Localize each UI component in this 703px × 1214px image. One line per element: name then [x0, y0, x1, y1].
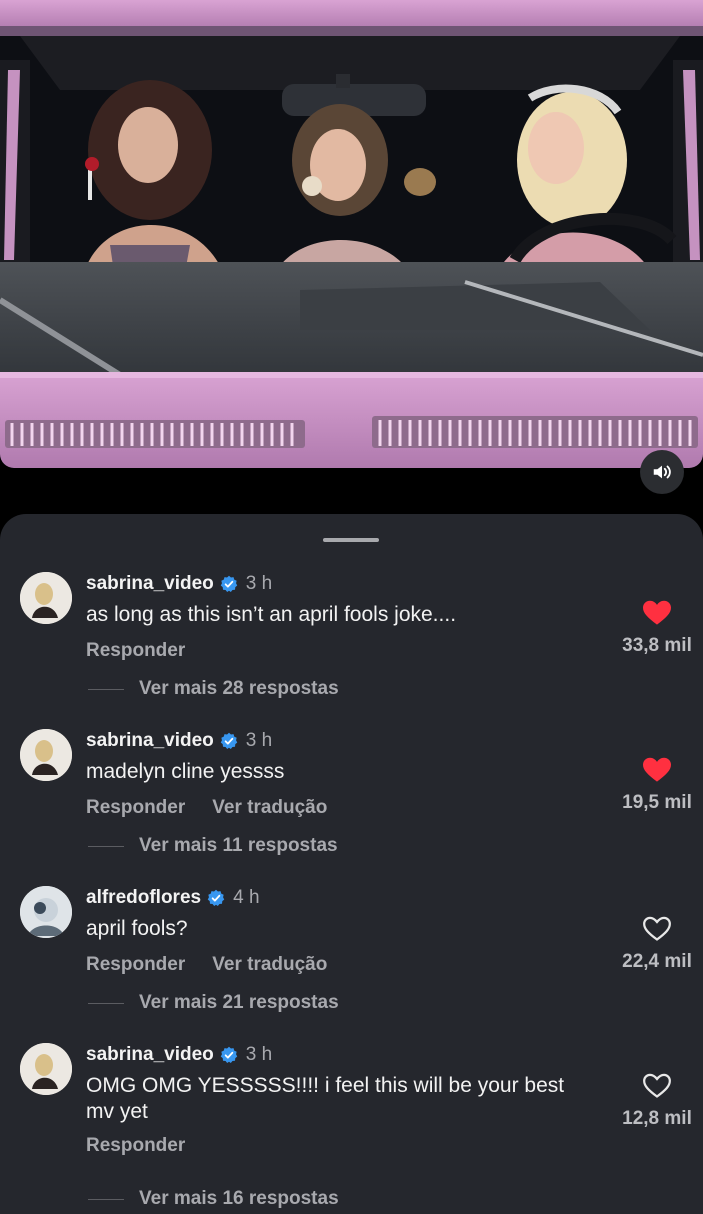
view-replies-label: Ver mais 21 respostas	[139, 992, 339, 1013]
verified-badge-icon	[207, 889, 225, 906]
view-replies-label: Ver mais 28 respostas	[139, 678, 339, 699]
avatar[interactable]	[20, 1043, 72, 1095]
heart-filled-icon	[643, 600, 671, 625]
comment-text: madelyn cline yessss	[86, 760, 285, 783]
comment-time: 3 h	[245, 573, 273, 594]
replies-divider	[88, 845, 124, 847]
view-replies-link[interactable]: Ver mais 21 respostas	[88, 992, 339, 1014]
video-frame	[0, 0, 703, 468]
translate-button[interactable]: Ver tradução	[212, 797, 327, 819]
video-player[interactable]	[0, 0, 703, 468]
like-button[interactable]: 19,5 mil	[612, 757, 702, 814]
view-replies-link[interactable]: Ver mais 16 respostas	[88, 1188, 339, 1210]
reply-button[interactable]: Responder	[86, 797, 185, 819]
comment-username[interactable]: sabrina_video	[86, 573, 214, 595]
comment-text: as long as this isn’t an april fools jok…	[86, 603, 457, 626]
comment-time: 3 h	[245, 730, 273, 751]
reply-button[interactable]: Responder	[86, 954, 185, 976]
avatar[interactable]	[20, 729, 72, 781]
replies-divider	[88, 1198, 124, 1200]
verified-badge-icon	[220, 1046, 238, 1063]
speaker-icon	[653, 465, 671, 479]
reply-button[interactable]: Responder	[86, 1135, 185, 1157]
like-count: 19,5 mil	[622, 792, 692, 813]
heart-outline-icon	[643, 1073, 671, 1098]
sheet-grabber[interactable]	[323, 538, 379, 542]
replies-divider	[88, 1002, 124, 1004]
comment-time: 3 h	[245, 1044, 273, 1065]
comment-username[interactable]: alfredoflores	[86, 887, 201, 909]
view-replies-link[interactable]: Ver mais 28 respostas	[88, 678, 339, 700]
comment-username[interactable]: sabrina_video	[86, 1044, 214, 1066]
avatar[interactable]	[20, 572, 72, 624]
view-replies-link[interactable]: Ver mais 11 respostas	[88, 835, 338, 857]
mute-toggle-button[interactable]	[640, 450, 684, 494]
reply-button[interactable]: Responder	[86, 640, 185, 662]
heart-filled-icon	[643, 757, 671, 782]
like-button[interactable]: 22,4 mil	[612, 916, 702, 973]
heart-outline-icon	[643, 916, 671, 941]
avatar[interactable]	[20, 886, 72, 938]
like-count: 22,4 mil	[622, 951, 692, 972]
verified-badge-icon	[220, 732, 238, 749]
translate-button[interactable]: Ver tradução	[212, 954, 327, 976]
comment-text: april fools?	[86, 917, 188, 940]
like-count: 12,8 mil	[622, 1108, 692, 1129]
comment-time: 4 h	[233, 887, 260, 908]
comment-username[interactable]: sabrina_video	[86, 730, 214, 752]
like-button[interactable]: 12,8 mil	[612, 1073, 702, 1130]
like-count: 33,8 mil	[622, 635, 692, 656]
comment-text: OMG OMG YESSSSS!!!! i feel this will be …	[86, 1074, 565, 1123]
view-replies-label: Ver mais 16 respostas	[139, 1188, 339, 1209]
verified-badge-icon	[220, 575, 238, 592]
replies-divider	[88, 688, 124, 690]
like-button[interactable]: 33,8 mil	[612, 600, 702, 657]
comments-sheet: sabrina_video 3 h as long as this isn’t …	[0, 514, 703, 1214]
view-replies-label: Ver mais 11 respostas	[139, 835, 338, 856]
